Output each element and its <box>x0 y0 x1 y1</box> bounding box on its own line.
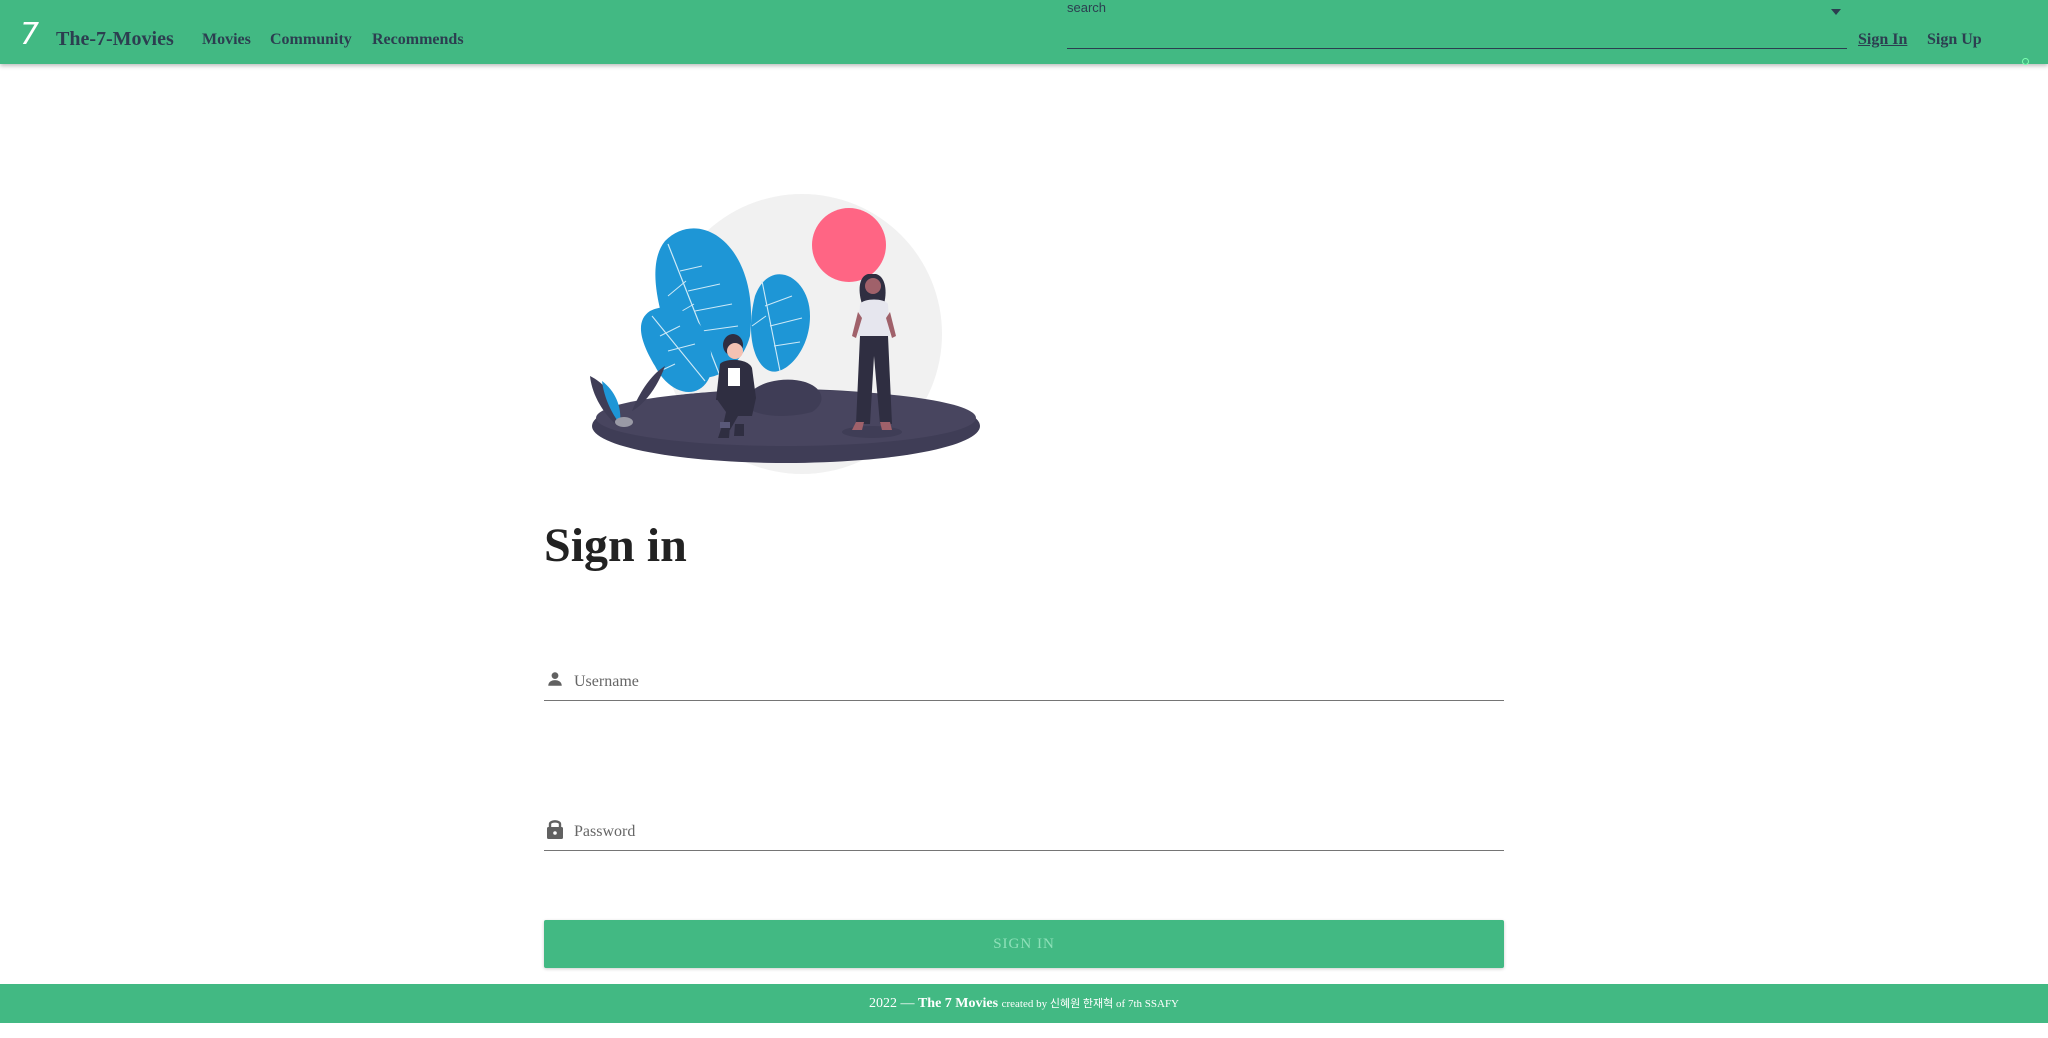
top-app-bar: 7 The-7-Movies Movies Community Recommen… <box>0 0 2048 64</box>
sign-up-link[interactable]: Sign Up <box>1927 31 1982 49</box>
sign-in-link[interactable]: Sign In <box>1858 31 1907 49</box>
search-input[interactable] <box>1067 14 1811 46</box>
password-field[interactable] <box>544 812 1504 851</box>
username-input[interactable] <box>572 666 1496 698</box>
nav-recommends[interactable]: Recommends <box>372 31 464 49</box>
password-input[interactable] <box>572 816 1496 848</box>
username-field[interactable] <box>544 662 1504 701</box>
page-title: Sign in <box>544 519 687 572</box>
footer-credit: created by 신혜원 한재혁 of 7th SSAFY <box>1001 998 1180 1010</box>
nav-movies[interactable]: Movies <box>202 31 251 49</box>
footer-year: 2022 — <box>868 996 915 1011</box>
search-field[interactable]: search <box>1067 0 1847 49</box>
status-dot-icon <box>2022 58 2029 65</box>
logo-icon[interactable]: 7 <box>20 20 39 50</box>
person-icon <box>546 670 564 693</box>
brand-title[interactable]: The-7-Movies <box>56 28 174 51</box>
footer: 2022 — The 7 Movies created by 신혜원 한재혁 o… <box>0 984 2048 1023</box>
sign-in-illustration <box>590 194 980 474</box>
chevron-down-icon[interactable] <box>1831 9 1841 15</box>
search-label: search <box>1067 0 1107 15</box>
sign-in-button[interactable]: SIGN IN <box>544 920 1504 968</box>
lock-icon <box>546 818 564 845</box>
footer-site-name: The 7 Movies <box>917 996 999 1011</box>
nav-community[interactable]: Community <box>270 31 352 49</box>
